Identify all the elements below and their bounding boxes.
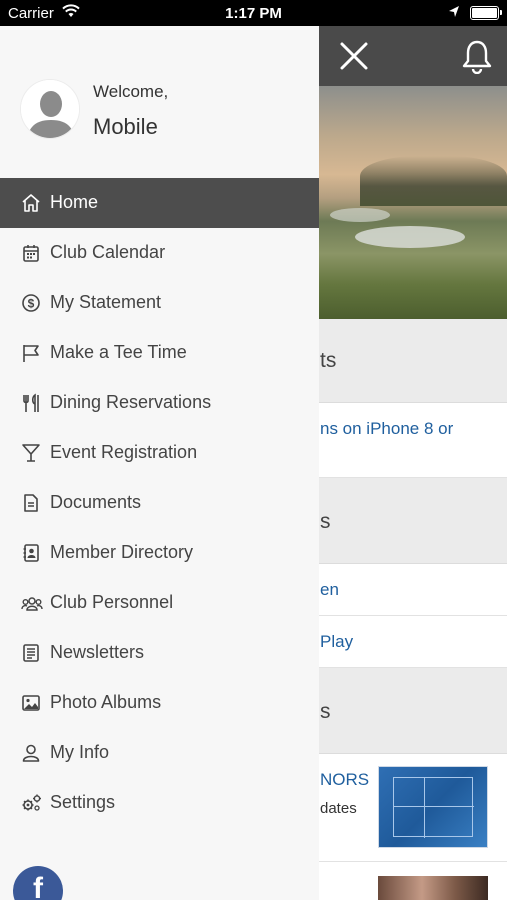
bell-icon[interactable]	[460, 38, 494, 75]
menu-item-label: Make a Tee Time	[50, 342, 187, 362]
list-item-link[interactable]: en	[320, 580, 339, 600]
menu-item-club-calendar[interactable]: Club Calendar	[0, 228, 319, 278]
menu-item-label: Club Personnel	[50, 592, 174, 612]
menu-item-photo-albums[interactable]: Photo Albums	[0, 678, 319, 728]
menu-item-label: Photo Albums	[50, 692, 162, 712]
svg-text:$: $	[28, 297, 35, 311]
avatar[interactable]	[20, 79, 80, 139]
battery-icon	[470, 6, 502, 20]
document-icon	[21, 493, 41, 513]
photo-icon	[21, 693, 41, 713]
group-icon	[21, 593, 43, 613]
menu-item-label: Club Calendar	[50, 242, 166, 262]
menu-item-home[interactable]: Home	[0, 178, 319, 228]
menu-item-newsletters[interactable]: Newsletters	[0, 628, 319, 678]
menu-item-label: My Info	[50, 742, 110, 762]
menu-item-settings[interactable]: Settings	[0, 778, 319, 828]
profile-header: Welcome, Mobile	[0, 26, 319, 178]
menu-item-documents[interactable]: Documents	[0, 478, 319, 528]
menu-item-label: Member Directory	[50, 542, 194, 562]
menu-item-tee-time[interactable]: Make a Tee Time	[0, 328, 319, 378]
status-bar: Carrier 1:17 PM	[0, 0, 507, 26]
menu-item-label: Newsletters	[50, 642, 145, 662]
user-silhouette-icon	[21, 80, 79, 138]
facebook-button[interactable]: f	[13, 866, 63, 900]
section-title: s	[320, 700, 331, 723]
floor-plan-thumbnail	[378, 766, 488, 848]
section-title: ts	[320, 349, 337, 372]
menu-item-label: Event Registration	[50, 442, 198, 462]
sand-bunker	[330, 208, 390, 222]
tree-line	[360, 156, 507, 206]
menu-item-my-info[interactable]: My Info	[0, 728, 319, 778]
menu-item-label: Dining Reservations	[50, 392, 212, 412]
username-label: Mobile	[93, 114, 158, 139]
user-icon	[21, 743, 41, 763]
section-title: s	[320, 510, 331, 533]
menu-item-label: Home	[50, 192, 99, 212]
gears-icon	[21, 793, 41, 813]
newsletter-icon	[21, 643, 41, 663]
floor-plan-lines	[393, 777, 474, 838]
menu-item-club-personnel[interactable]: Club Personnel	[0, 578, 319, 628]
calendar-icon	[21, 243, 41, 263]
menu-item-member-directory[interactable]: Member Directory	[0, 528, 319, 578]
list-item-link[interactable]: ns on iPhone 8 or	[320, 419, 453, 439]
flag-icon	[21, 343, 41, 363]
drawer-menu: Home Club Calendar $ My Statement Make a…	[0, 178, 319, 828]
menu-item-label: My Statement	[50, 292, 162, 312]
menu-item-my-statement[interactable]: $ My Statement	[0, 278, 319, 328]
facebook-icon: f	[33, 872, 43, 900]
menu-item-event-registration[interactable]: Event Registration	[0, 428, 319, 478]
menu-item-label: Documents	[50, 492, 142, 512]
contact-book-icon	[21, 543, 41, 563]
list-item-subtitle: dates	[320, 800, 357, 817]
menu-item-dining-reservations[interactable]: Dining Reservations	[0, 378, 319, 428]
home-icon	[21, 193, 41, 213]
menu-item-label: Settings	[50, 792, 116, 812]
dollar-icon: $	[21, 293, 41, 313]
sand-bunker	[355, 226, 465, 248]
clock: 1:17 PM	[225, 5, 282, 22]
location-arrow-icon	[448, 5, 460, 24]
utensils-icon	[21, 393, 41, 413]
side-drawer: Welcome, Mobile Home Club Calendar $ My …	[0, 26, 319, 900]
event-photo-thumbnail	[378, 876, 488, 900]
list-item-link[interactable]: Play	[320, 632, 353, 652]
welcome-label: Welcome,	[93, 82, 169, 101]
list-item-title[interactable]: NORS	[320, 770, 369, 790]
close-icon[interactable]	[336, 38, 372, 74]
cocktail-icon	[21, 443, 41, 463]
